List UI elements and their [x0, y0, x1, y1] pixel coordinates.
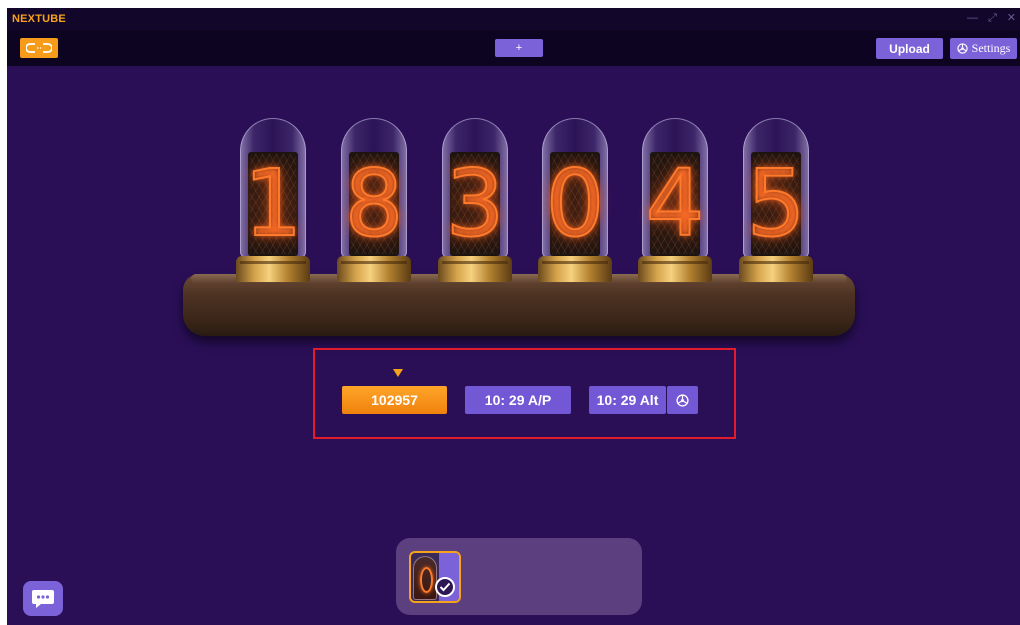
mode-time-ap-button[interactable]: 10: 29 A/P: [465, 386, 571, 414]
steering-wheel-icon: [956, 43, 968, 54]
mode-time-alt-button[interactable]: 10: 29 Alt: [589, 386, 666, 414]
tube-digit: 4: [645, 150, 706, 257]
nixie-tube-3: 3: [438, 118, 512, 290]
upload-button[interactable]: Upload: [876, 38, 943, 59]
theme-thumbnail-tube: [413, 556, 437, 600]
add-button[interactable]: +: [495, 39, 543, 57]
settings-button[interactable]: Settings: [950, 38, 1017, 59]
window-controls: — ⤢ ✕: [967, 11, 1016, 25]
tube-digit: 1: [243, 150, 304, 257]
tube-digit: 0: [545, 150, 606, 257]
app-window: NEXTUBE — ⤢ ✕ + Upload Settings 1 8 3 0 …: [7, 8, 1020, 625]
tube-collar: [538, 256, 612, 282]
nixie-tube-6: 5: [739, 118, 813, 290]
nixie-clock-preview: 1 8 3 0 4 5: [183, 118, 855, 340]
chat-bubble-icon: [32, 589, 54, 608]
tube-collar: [739, 256, 813, 282]
theme-thumbnail[interactable]: [409, 551, 461, 603]
nixie-tube-4: 0: [538, 118, 612, 290]
tube-collar: [236, 256, 310, 282]
tube-digit: 8: [344, 150, 405, 257]
link-icon: [26, 43, 52, 53]
tube-collar: [438, 256, 512, 282]
mode-countdown-button[interactable]: 102957: [342, 386, 447, 414]
tube-collar: [337, 256, 411, 282]
mode-alt-settings-button[interactable]: [667, 386, 698, 414]
maximize-button[interactable]: ⤢: [988, 11, 997, 25]
settings-label: Settings: [971, 41, 1011, 55]
nixie-tube-5: 4: [638, 118, 712, 290]
app-title: NEXTUBE: [12, 13, 66, 25]
steering-wheel-icon: [676, 393, 689, 407]
chat-button[interactable]: [23, 581, 63, 616]
nixie-tube-1: 1: [236, 118, 310, 290]
minimize-button[interactable]: —: [967, 11, 978, 25]
title-bar: NEXTUBE — ⤢ ✕: [7, 8, 1020, 30]
tube-collar: [638, 256, 712, 282]
selected-mode-caret-icon: [393, 369, 403, 377]
link-device-button[interactable]: [20, 38, 58, 58]
theme-panel: [396, 538, 642, 615]
tube-digit: 3: [445, 150, 506, 257]
toolbar: + Upload Settings: [7, 30, 1020, 66]
check-icon: [435, 577, 455, 597]
tube-digit: 5: [746, 150, 807, 257]
nixie-tube-2: 8: [337, 118, 411, 290]
close-button[interactable]: ✕: [1007, 11, 1016, 25]
